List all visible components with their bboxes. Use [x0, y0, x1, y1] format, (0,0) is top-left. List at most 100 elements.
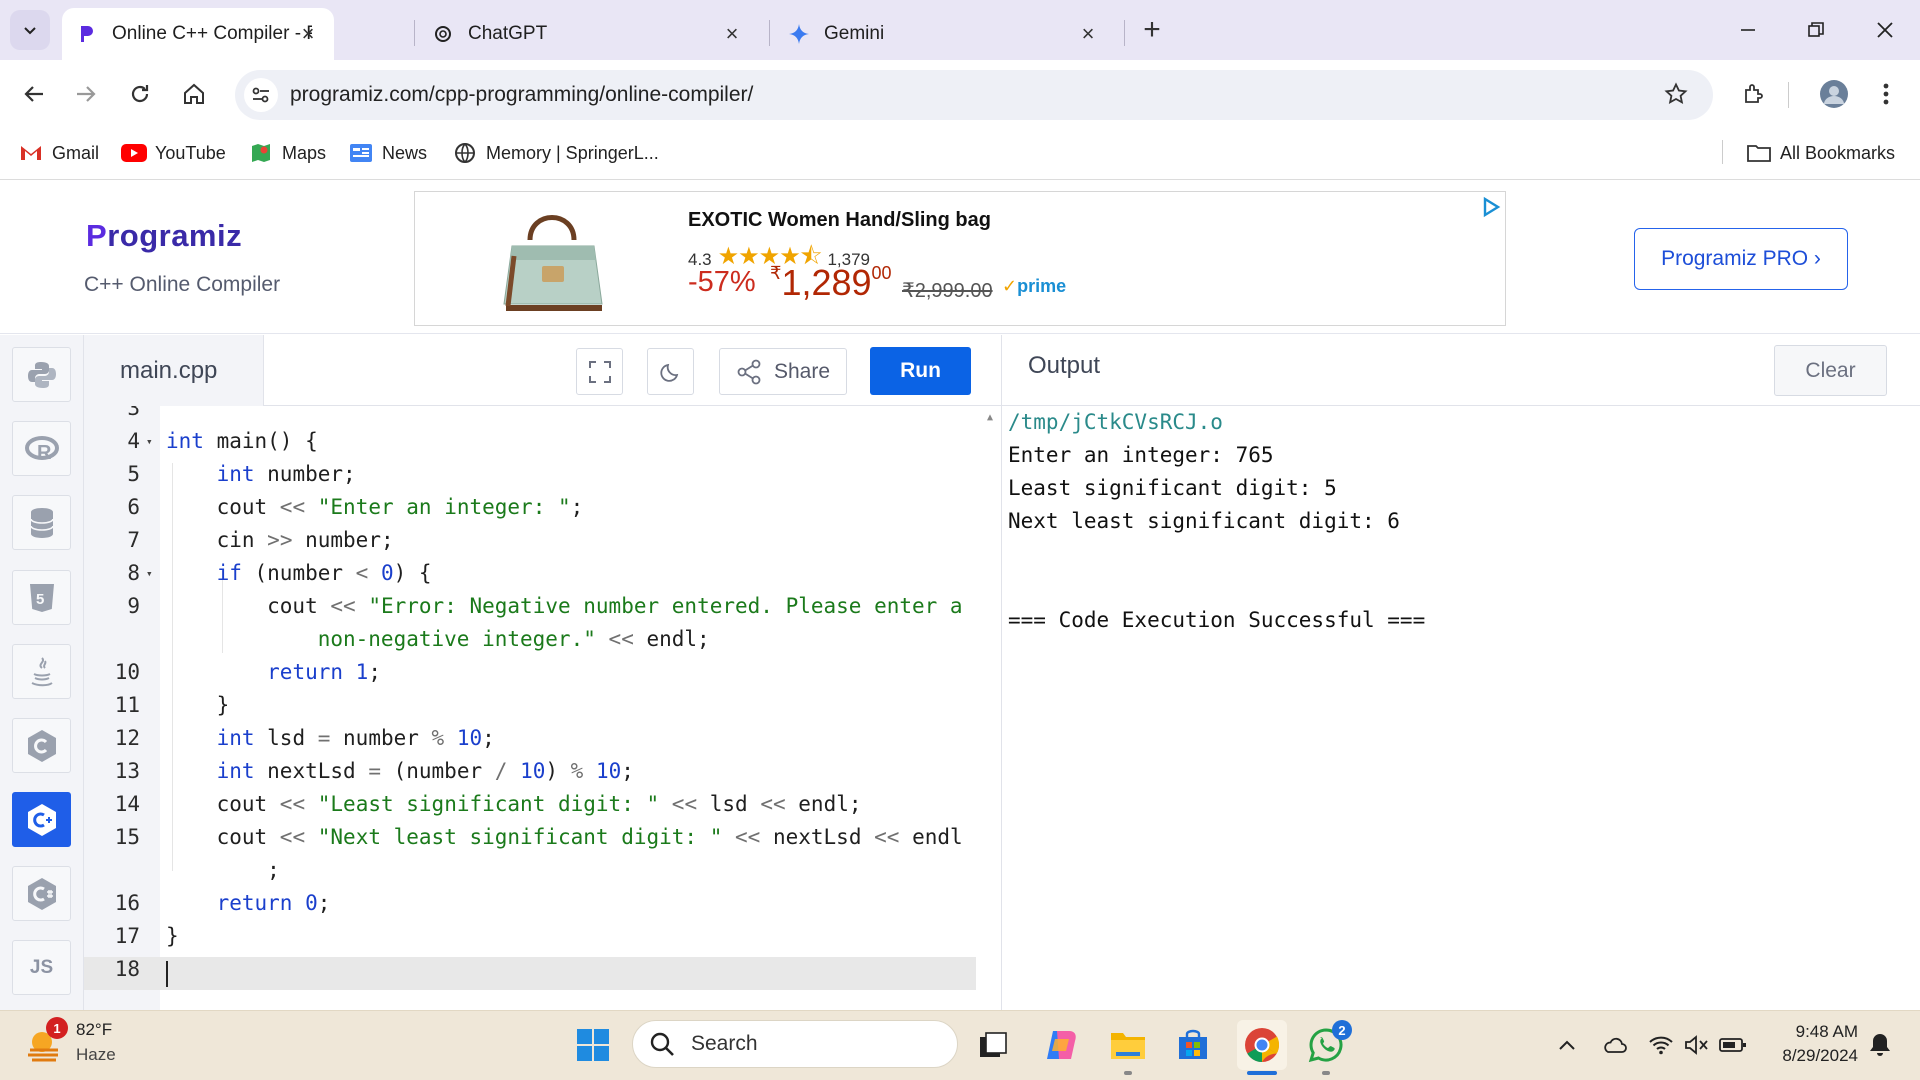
- ad-choices-icon[interactable]: [1480, 196, 1502, 218]
- weather-condition: Haze: [76, 1045, 116, 1064]
- close-window-button[interactable]: [1860, 10, 1910, 50]
- share-button[interactable]: Share: [719, 348, 847, 395]
- bookmark-star-button[interactable]: [1656, 74, 1696, 114]
- run-button[interactable]: Run: [870, 347, 971, 395]
- close-icon[interactable]: ×: [720, 22, 744, 46]
- all-bookmarks[interactable]: All Bookmarks: [1746, 138, 1895, 168]
- clock[interactable]: 9:48 AM 8/29/2024: [1768, 1020, 1858, 1068]
- r-lang-button[interactable]: R: [12, 421, 71, 476]
- file-explorer-button[interactable]: [1105, 1022, 1151, 1068]
- tab-search-button[interactable]: [10, 10, 50, 50]
- bookmark-label: YouTube: [155, 142, 226, 163]
- c-icon: [27, 729, 56, 762]
- theme-toggle-button[interactable]: [647, 348, 694, 395]
- html-lang-button[interactable]: 5: [12, 570, 71, 625]
- volume-button[interactable]: [1683, 1032, 1711, 1058]
- fold-toggle-icon[interactable]: ▾: [146, 567, 153, 580]
- html5-icon: 5: [29, 583, 54, 612]
- programiz-favicon-icon: [76, 23, 98, 45]
- taskbar-search[interactable]: Search: [632, 1020, 958, 1068]
- store-button[interactable]: [1170, 1022, 1216, 1068]
- close-icon[interactable]: ×: [1076, 22, 1100, 46]
- url-text[interactable]: programiz.com/cpp-programming/online-com…: [290, 80, 753, 110]
- chrome-taskbar-button[interactable]: [1237, 1020, 1287, 1070]
- code-line[interactable]: if (number < 0) {: [166, 561, 432, 585]
- csharp-lang-button[interactable]: [12, 866, 71, 921]
- svg-text:5: 5: [36, 591, 44, 608]
- python-icon: [27, 361, 56, 388]
- code-line[interactable]: cout << "Next least significant digit: "…: [166, 825, 963, 849]
- code-line[interactable]: }: [166, 693, 230, 717]
- code-line[interactable]: }: [166, 924, 179, 948]
- code-line[interactable]: cout << "Error: Negative number entered.…: [166, 594, 962, 618]
- csharp-icon: [27, 877, 56, 910]
- minimize-button[interactable]: [1723, 10, 1773, 50]
- database-icon: [29, 507, 54, 538]
- notifications-button[interactable]: [1866, 1032, 1894, 1058]
- bookmark-maps[interactable]: Maps: [248, 138, 326, 168]
- onedrive-button[interactable]: [1600, 1032, 1628, 1058]
- line-number: 5: [127, 462, 140, 486]
- copilot-button[interactable]: [1038, 1022, 1084, 1068]
- prime-label: prime: [1017, 276, 1067, 296]
- code-line[interactable]: return 1;: [166, 660, 381, 684]
- back-button[interactable]: [14, 74, 54, 114]
- tab-gemini[interactable]: Gemini ×: [774, 8, 1114, 60]
- programiz-pro-button[interactable]: Programiz PRO ›: [1634, 228, 1848, 290]
- task-view-button[interactable]: [970, 1022, 1016, 1068]
- notification-bell-icon: [1870, 1034, 1890, 1056]
- tab-title: ChatGPT: [468, 23, 548, 44]
- show-hidden-icons-button[interactable]: [1553, 1032, 1581, 1058]
- start-button[interactable]: [570, 1022, 616, 1068]
- code-line[interactable]: int number;: [166, 462, 356, 486]
- python-lang-button[interactable]: [12, 347, 71, 402]
- programiz-logo[interactable]: Programiz: [86, 218, 242, 254]
- ad-title[interactable]: EXOTIC Women Hand/Sling bag: [688, 209, 991, 232]
- home-button[interactable]: [174, 74, 214, 114]
- bookmark-youtube[interactable]: YouTube: [121, 138, 226, 168]
- menu-button[interactable]: [1866, 74, 1906, 114]
- wifi-button[interactable]: [1647, 1032, 1675, 1058]
- reload-button[interactable]: [120, 74, 160, 114]
- tab-programiz[interactable]: Online C++ Compiler - Program ×: [62, 8, 334, 60]
- code-line[interactable]: cin >> number;: [166, 528, 394, 552]
- forward-button[interactable]: [66, 74, 106, 114]
- code-line[interactable]: ;: [166, 858, 280, 882]
- output-line: /tmp/jCtkCVsRCJ.o: [1008, 410, 1223, 434]
- code-line[interactable]: non-negative integer." << endl;: [166, 627, 710, 651]
- fold-toggle-icon[interactable]: ▾: [146, 435, 153, 448]
- bookmark-gmail[interactable]: Gmail: [18, 138, 99, 168]
- code-line[interactable]: int main() {: [166, 429, 318, 453]
- whatsapp-badge: 2: [1332, 1020, 1352, 1040]
- code-line[interactable]: int nextLsd = (number / 10) % 10;: [166, 759, 634, 783]
- code-line[interactable]: int lsd = number % 10;: [166, 726, 495, 750]
- tab-chatgpt[interactable]: ChatGPT ×: [418, 8, 758, 60]
- code-line[interactable]: cout << "Enter an integer: ";: [166, 495, 584, 519]
- scroll-up-icon[interactable]: ▲: [987, 412, 993, 423]
- c-lang-button[interactable]: [12, 718, 71, 773]
- restore-button[interactable]: [1791, 10, 1841, 50]
- code-editor[interactable]: 3 4 ▾ int main() {5 int number; 6 cout << "E…: [84, 406, 1001, 1010]
- code-line[interactable]: return 0;: [166, 891, 331, 915]
- js-lang-button[interactable]: JS: [12, 940, 71, 995]
- new-tab-button[interactable]: +: [1135, 14, 1169, 48]
- svg-text:R: R: [37, 442, 52, 463]
- code-line[interactable]: cout << "Least significant digit: " << l…: [166, 792, 862, 816]
- maps-icon: [248, 142, 274, 164]
- java-lang-button[interactable]: [12, 644, 71, 699]
- sql-lang-button[interactable]: [12, 495, 71, 550]
- home-icon: [184, 83, 204, 104]
- wifi-icon: [1649, 1036, 1673, 1055]
- file-tab-main-cpp[interactable]: main.cpp: [84, 335, 264, 406]
- close-icon[interactable]: ×: [296, 22, 320, 46]
- site-info-button[interactable]: [244, 78, 278, 112]
- pane-divider[interactable]: [1001, 335, 1002, 1010]
- battery-button[interactable]: [1719, 1032, 1747, 1058]
- cpp-lang-button[interactable]: [12, 792, 71, 847]
- fullscreen-button[interactable]: [576, 348, 623, 395]
- profile-button[interactable]: [1814, 74, 1854, 114]
- clear-button[interactable]: Clear: [1774, 345, 1887, 396]
- bookmark-news[interactable]: News: [348, 138, 427, 168]
- extensions-button[interactable]: [1734, 74, 1774, 114]
- bookmark-springer[interactable]: Memory | SpringerL...: [452, 138, 659, 168]
